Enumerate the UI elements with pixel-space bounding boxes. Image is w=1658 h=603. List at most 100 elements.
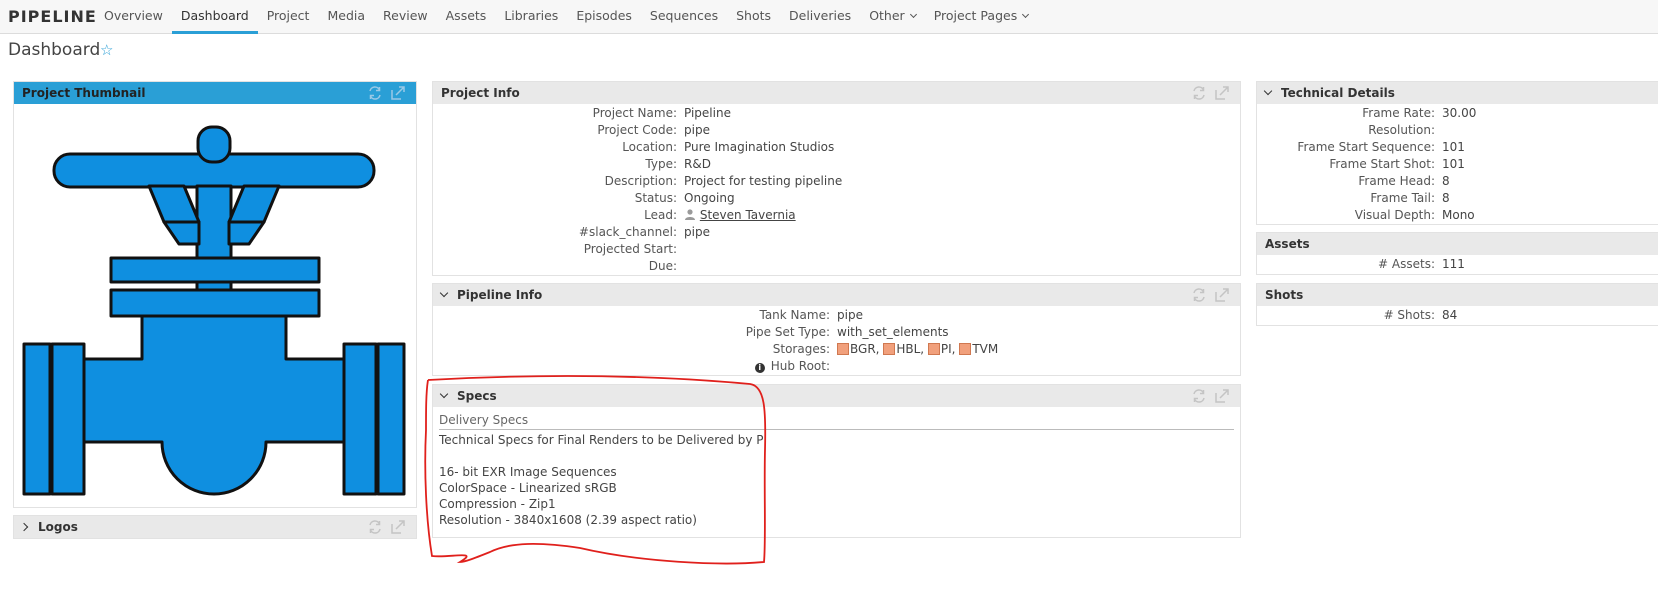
nav-items: Overview Dashboard Project Media Review … — [95, 0, 1037, 34]
widget-header[interactable]: Logos — [14, 516, 416, 538]
nav-dashboard[interactable]: Dashboard — [171, 0, 258, 34]
pipeline-info-widget: Pipeline Info Tank Name: pipe Pipe Set Ty… — [432, 283, 1241, 376]
chevron-down-icon[interactable] — [439, 288, 449, 298]
field-value: 8 — [1442, 174, 1450, 188]
assets-widget: Assets # Assets: 111 — [1256, 232, 1658, 275]
storage-icon — [837, 343, 849, 355]
refresh-icon[interactable] — [1191, 287, 1207, 303]
specs-line — [439, 449, 1234, 465]
field-label: Resolution: — [1368, 123, 1435, 137]
field-row: Resolution: — [1257, 123, 1658, 140]
lead-user-link[interactable]: Steven Tavernia — [700, 208, 796, 222]
storage-item[interactable]: TVM — [959, 342, 998, 356]
storage-item[interactable]: HBL, — [883, 342, 924, 356]
field-value: R&D — [684, 157, 711, 171]
field-row: Pipe Set Type: with_set_elements — [433, 325, 1240, 342]
refresh-icon[interactable] — [1191, 388, 1207, 404]
chevron-down-icon[interactable] — [439, 389, 449, 399]
nav-sequences[interactable]: Sequences — [641, 0, 727, 34]
field-label: Frame Tail: — [1370, 191, 1435, 205]
field-row: Frame Start Shot: 101 — [1257, 157, 1658, 174]
nav-shots[interactable]: Shots — [727, 0, 780, 34]
widget-header[interactable]: Pipeline Info — [433, 284, 1240, 306]
expand-icon[interactable] — [390, 85, 406, 101]
nav-dashboard-label: Dashboard — [180, 8, 249, 23]
user-icon — [685, 209, 695, 220]
chevron-down-icon[interactable] — [1263, 86, 1273, 96]
page-title: Dashboard — [8, 40, 101, 60]
nav-libraries[interactable]: Libraries — [495, 0, 567, 34]
nav-other-dropdown[interactable]: Other — [860, 0, 925, 34]
info-icon[interactable]: i — [754, 363, 765, 373]
brand-logo[interactable]: PIPELINE — [8, 7, 97, 26]
nav-project[interactable]: Project — [258, 0, 319, 34]
nav-episodes-label: Episodes — [576, 8, 632, 23]
nav-episodes[interactable]: Episodes — [567, 0, 641, 34]
field-label: Project Name: — [592, 106, 677, 120]
chevron-down-icon — [1022, 10, 1030, 19]
widget-header[interactable]: Specs — [433, 385, 1240, 407]
field-label: Frame Head: — [1358, 174, 1435, 188]
technical-details-fields: Frame Rate: 30.00 Resolution: Frame Start… — [1257, 104, 1658, 225]
chevron-right-icon[interactable] — [19, 522, 29, 532]
project-info-fields: Project Name: Pipeline Project Code: pipe … — [433, 104, 1240, 276]
field-row: Frame Start Sequence: 101 — [1257, 140, 1658, 157]
field-row: Lead: Steven Tavernia — [433, 208, 1240, 225]
expand-icon[interactable] — [390, 519, 406, 535]
project-thumbnail-widget: Project Thumbnail — [13, 81, 417, 508]
field-value: 111 — [1442, 257, 1465, 271]
storages-list: BGR, HBL, PI, TVM — [837, 342, 998, 358]
nav-project-pages-label: Project Pages — [933, 8, 1018, 23]
field-row: #slack_channel: pipe — [433, 225, 1240, 242]
field-label: #slack_channel: — [578, 225, 677, 239]
widget-header: Project Info — [433, 82, 1240, 104]
field-value: Pipeline — [684, 106, 731, 120]
nav-project-pages-dropdown[interactable]: Project Pages — [925, 0, 1038, 34]
expand-icon[interactable] — [1214, 287, 1230, 303]
specs-line: Resolution - 3840x1608 (2.39 aspect rati… — [439, 513, 697, 527]
specs-body: Delivery Specs Technical Specs for Final… — [433, 407, 1240, 529]
storage-item[interactable]: BGR, — [837, 342, 879, 356]
nav-deliveries[interactable]: Deliveries — [780, 0, 860, 34]
widget-header[interactable]: Technical Details — [1257, 82, 1658, 104]
favorite-star-icon[interactable]: ☆ — [100, 41, 113, 59]
storage-icon — [927, 343, 940, 355]
nav-sequences-label: Sequences — [649, 8, 719, 23]
refresh-icon[interactable] — [1191, 85, 1207, 101]
field-label: Tank Name: — [759, 308, 830, 322]
widget-header: Project Thumbnail — [14, 82, 416, 104]
field-row: Frame Rate: 30.00 — [1257, 106, 1658, 123]
field-value: Pure Imagination Studios — [684, 140, 835, 154]
technical-details-widget: Technical Details Frame Rate: 30.00 Resol… — [1256, 81, 1658, 225]
specs-line: Compression - Zip1 — [439, 497, 556, 511]
widget-actions — [367, 85, 406, 101]
field-label: Type: — [645, 157, 677, 171]
nav-media[interactable]: Media — [318, 0, 374, 34]
widget-title: Specs — [457, 389, 497, 403]
nav-review[interactable]: Review — [374, 0, 437, 34]
nav-review-label: Review — [383, 8, 428, 23]
expand-icon[interactable] — [1214, 388, 1230, 404]
field-value: pipe — [684, 123, 710, 137]
storage-item[interactable]: PI, — [927, 342, 956, 356]
field-row: Frame Tail: 8 — [1257, 191, 1658, 208]
field-row: Storages: BGR, HBL, PI, TVM — [433, 342, 1240, 359]
refresh-icon[interactable] — [367, 85, 383, 101]
field-label: Description: — [604, 174, 677, 188]
field-value: Steven Tavernia — [684, 208, 796, 222]
expand-icon[interactable] — [1214, 85, 1230, 101]
nav-assets[interactable]: Assets — [437, 0, 496, 34]
widget-actions — [1191, 388, 1230, 404]
logos-widget: Logos — [13, 515, 417, 539]
top-nav: PIPELINE Overview Dashboard Project Medi… — [0, 0, 1658, 34]
field-value: pipe — [837, 308, 863, 322]
field-label: Lead: — [644, 208, 677, 222]
storage-icon — [883, 343, 896, 355]
nav-overview[interactable]: Overview — [95, 0, 172, 34]
pipeline-info-fields: Tank Name: pipe Pipe Set Type: with_set_el… — [433, 306, 1240, 376]
specs-line: Technical Specs for Final Renders to be … — [439, 433, 768, 447]
field-label: Frame Start Shot: — [1329, 157, 1435, 171]
field-value: 84 — [1442, 308, 1458, 322]
storage-label: TVM — [972, 342, 999, 356]
refresh-icon[interactable] — [367, 519, 383, 535]
